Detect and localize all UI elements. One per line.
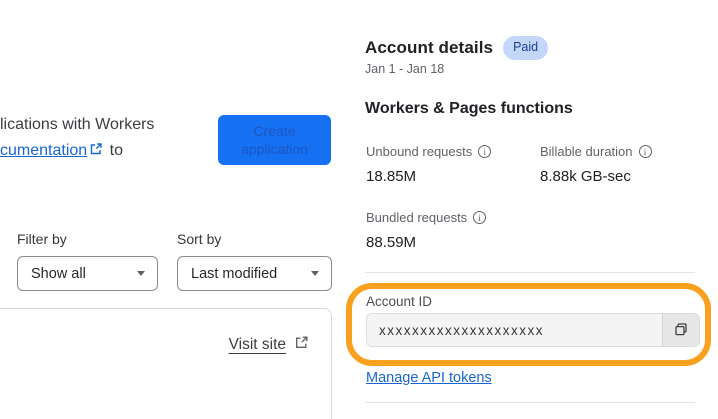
sort-by-label: Sort by	[177, 231, 222, 247]
info-icon[interactable]: i	[638, 145, 652, 158]
stat-label: Bundled requests	[366, 210, 468, 225]
copy-account-id-button[interactable]	[662, 314, 699, 346]
divider	[365, 272, 695, 273]
account-id-field-group	[366, 313, 700, 347]
filter-by-label: Filter by	[17, 231, 67, 247]
stat-unbound-requests: Unbound requests i 18.85M	[366, 144, 492, 185]
intro-text: lications with Workers cumentation to	[0, 112, 154, 165]
account-details-header: Account details Paid	[365, 36, 549, 60]
manage-api-tokens-link[interactable]: Manage API tokens	[366, 370, 492, 386]
sort-select-value: Last modified	[191, 265, 278, 282]
divider	[365, 402, 695, 403]
manage-api-tokens-label[interactable]: Manage API tokens	[366, 370, 492, 386]
chevron-down-icon	[137, 271, 145, 276]
create-application-button[interactable]: Create application	[218, 115, 331, 165]
info-icon[interactable]: i	[478, 145, 492, 158]
intro-line-1: lications with Workers	[0, 116, 155, 133]
project-card: Visit site	[0, 308, 332, 419]
stat-value: 18.85M	[366, 168, 417, 185]
intro-tail: to	[109, 142, 123, 159]
paid-badge: Paid	[503, 36, 549, 60]
visit-site-label: Visit site	[228, 336, 286, 353]
external-link-icon	[294, 335, 309, 355]
functions-section-title: Workers & Pages functions	[365, 100, 573, 117]
documentation-link[interactable]: cumentation	[0, 142, 87, 159]
stat-label: Unbound requests	[366, 144, 473, 159]
visit-site-link[interactable]: Visit site	[229, 335, 309, 355]
filter-select-value: Show all	[31, 265, 86, 282]
stat-label: Billable duration	[540, 144, 633, 159]
copy-icon	[673, 321, 689, 340]
account-details-title: Account details	[365, 37, 494, 57]
info-icon[interactable]: i	[473, 211, 487, 224]
intro-line-2: cumentation to	[0, 138, 154, 165]
stat-bundled-requests: Bundled requests i 88.59M	[366, 210, 487, 251]
workers-pages-dashboard: lications with Workers cumentation to Cr…	[0, 0, 718, 419]
date-range: Jan 1 - Jan 18	[365, 62, 445, 76]
external-link-icon	[89, 139, 103, 165]
account-id-input[interactable]	[367, 314, 662, 346]
account-id-label: Account ID	[366, 294, 433, 309]
stat-billable-duration: Billable duration i 8.88k GB-sec	[540, 144, 652, 185]
stat-value: 8.88k GB-sec	[540, 168, 631, 185]
chevron-down-icon	[311, 271, 319, 276]
filter-select[interactable]: Show all	[17, 256, 158, 291]
stat-value: 88.59M	[366, 234, 417, 251]
sort-select[interactable]: Last modified	[177, 256, 332, 291]
